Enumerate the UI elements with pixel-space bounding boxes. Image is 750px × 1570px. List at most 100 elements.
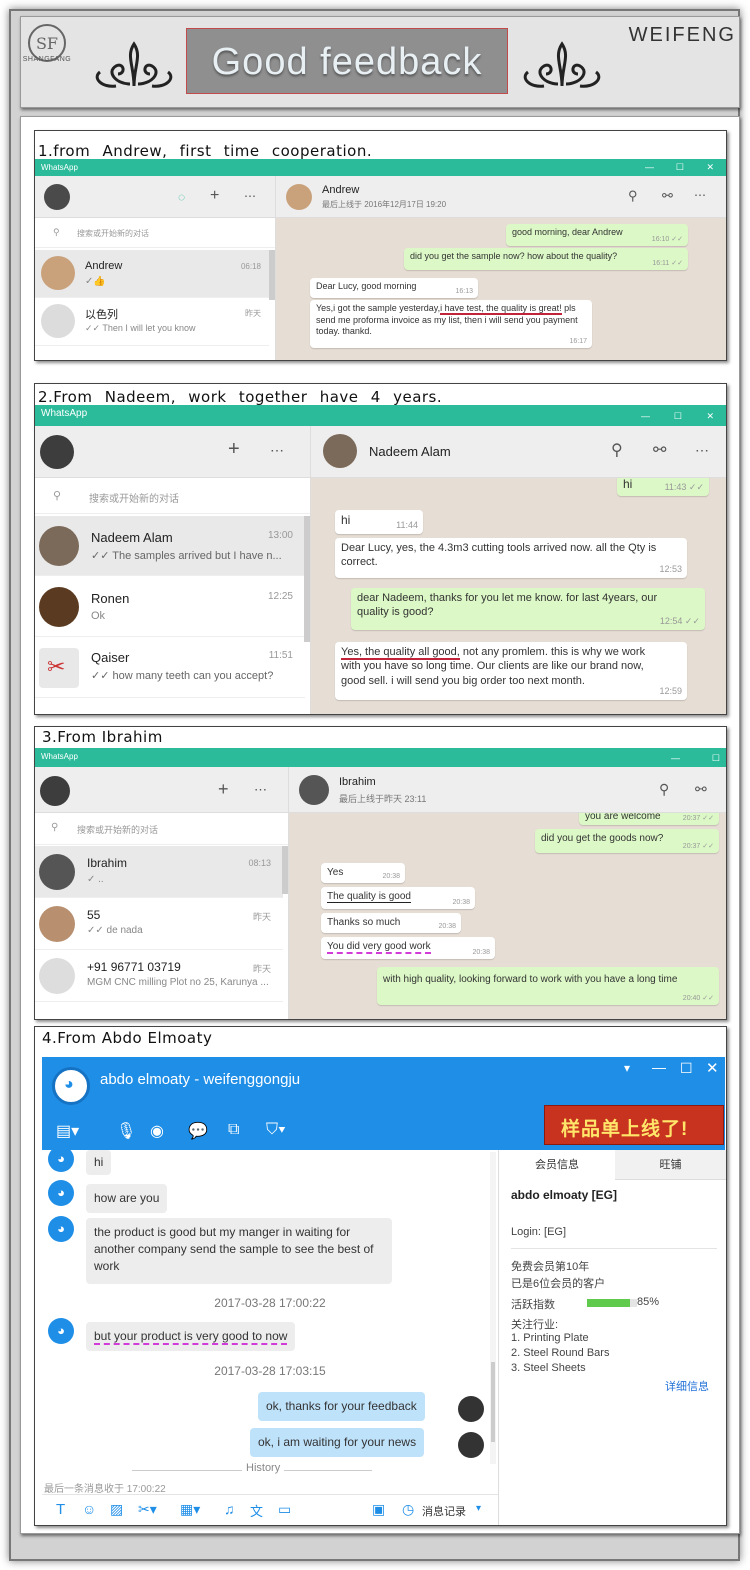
s4-maximize-icon[interactable]: ☐ [680,1060,693,1077]
s3-search-icon: ⚲ [51,822,59,833]
s3-scrollbar[interactable] [282,846,288,894]
s2-chat-avatar[interactable] [323,434,357,468]
history-link[interactable]: History [242,1462,285,1474]
s1-chat-status: 最后上线于 2016年12月17日 19:20 [322,200,447,209]
s1-attach-icon[interactable]: ⚯ [662,188,673,204]
s4-video-icon[interactable]: ◉ [150,1121,164,1141]
quick-reply-icon[interactable]: ▭ [278,1501,291,1518]
s3-contact-india[interactable]: +91 96771 03719 MGM CNC milling Plot no … [35,950,283,1002]
s4-file-icon[interactable]: ▤▾ [56,1121,79,1141]
message-bubble: good morning, dear Andrew 16:10 ✓✓ [506,224,688,246]
s1-menu-icon[interactable]: ⋯ [244,189,256,203]
s2-attach-icon[interactable]: ⚯ [653,440,666,460]
history-record-button[interactable]: 消息记录 [422,1503,466,1519]
s4-scrollbar[interactable] [490,1152,496,1464]
s1-new-chat-icon[interactable]: + [210,187,219,205]
contact-time: 08:13 [248,858,271,868]
record-dropdown-icon[interactable]: ▾ [476,1503,481,1514]
image-icon[interactable]: ▨ [110,1501,123,1518]
s4-chat-area: ◕ hi ◕ how are you ◕ the product is good… [42,1146,498,1525]
s4-dropdown-icon[interactable]: ▾ [624,1061,630,1075]
message-bubble-quality-all-good: Yes, the quality all good, not any proml… [335,642,687,700]
s4-voice-icon[interactable]: 🎙 [116,1121,136,1141]
contact-last-message: ✓👍 [85,276,106,287]
scissors-icon[interactable]: ✂▾ [138,1501,157,1518]
s1-maximize-icon[interactable]: ☐ [676,159,684,176]
industry-item: 3. Steel Sheets [511,1362,586,1374]
s4-banner[interactable]: 样品单上线了! [544,1105,724,1145]
s1-chat-name: Andrew [322,184,360,196]
contact-time: 昨天 [245,309,261,318]
s4-avatar[interactable]: ◕ [52,1067,90,1105]
s3-contact-ibrahim[interactable]: Ibrahim ✓ .. 08:13 [35,846,283,898]
s1-search-chat-icon[interactable]: ⚲ [628,188,638,204]
s1-contact-israel[interactable]: 以色列 ✓✓ Then I will let you know 昨天 [35,298,269,346]
s3-new-chat-icon[interactable]: + [218,779,229,800]
s3-menu-icon[interactable]: ⋯ [254,782,267,798]
s3-search-chat-icon[interactable]: ⚲ [659,781,669,798]
clock-icon[interactable]: ◷ [402,1501,414,1518]
s3-my-avatar[interactable] [40,776,70,806]
s3-search-input[interactable]: 搜索或开始新的对话 [77,823,158,836]
contact-last-message: Ok [91,610,106,622]
s1-close-icon[interactable]: ✕ [706,159,714,176]
s2-maximize-icon[interactable]: ☐ [674,407,682,425]
font-icon[interactable]: T [56,1501,65,1518]
s4-close-icon[interactable]: ✕ [706,1059,719,1077]
s1-chat-header: Andrew 最后上线于 2016年12月17日 19:20 ⚲ ⚯ ⋯ [276,176,726,218]
card-icon[interactable]: ▣ [372,1501,385,1518]
s2-chat-name: Nadeem Alam [369,444,451,459]
s2-search-input[interactable]: 搜索或开始新的对话 [89,490,179,505]
message-bubble: ok, thanks for your feedback [258,1392,425,1421]
s3-minimize-icon[interactable]: — [671,749,680,767]
tab-shop[interactable]: 旺铺 [615,1150,726,1180]
s3-titlebar: WhatsApp — ☐ [35,748,726,767]
s1-contact-andrew[interactable]: Andrew ✓👍 06:18 [35,250,269,298]
s2-menu-icon[interactable]: ⋯ [270,442,284,459]
section-1-title: 1.from Andrew, first time cooperation. [38,142,373,160]
s1-chat-menu-icon[interactable]: ⋯ [694,188,706,202]
s2-search-icon: ⚲ [53,490,62,502]
bell-icon[interactable]: ♫ [224,1501,235,1517]
s1-search-input[interactable]: 搜索或开始新的对话 [77,228,149,239]
s2-new-chat-icon[interactable]: + [228,438,240,461]
s2-contact-qaiser[interactable]: ✂ Qaiser ✓✓ how many teeth can you accep… [35,638,305,698]
s4-minimize-icon[interactable]: — [652,1059,666,1075]
s3-chat-avatar[interactable] [299,775,329,805]
s4-screenshot-icon[interactable]: ⧉ [228,1121,239,1139]
s4-chat-icon[interactable]: 💬 [188,1121,208,1141]
s2-chat-menu-icon[interactable]: ⋯ [695,442,709,459]
calculator-icon[interactable]: ▦▾ [180,1501,200,1518]
section-4-title: 4.From Abdo Elmoaty [42,1029,213,1047]
emoji-icon[interactable]: ☺ [82,1501,96,1517]
s1-chat-avatar[interactable] [286,184,312,210]
s4-shield-icon[interactable]: ⛉▾ [266,1121,286,1139]
tab-member-info[interactable]: 会员信息 [499,1150,615,1180]
s2-contact-avatar [39,587,79,627]
s1-scrollbar[interactable] [269,250,275,300]
industry-label: 关注行业: [511,1319,559,1331]
page-title-box: Good feedback [186,28,508,94]
translate-icon[interactable]: 文 [250,1501,263,1520]
s3-contact-55[interactable]: 55 ✓✓ de nada 昨天 [35,898,283,950]
s2-contact-nadeem[interactable]: Nadeem Alam ✓✓ The samples arrived but I… [35,516,305,576]
s2-search-chat-icon[interactable]: ⚲ [611,440,623,460]
contact-name: Qaiser [91,650,130,665]
contact-time: 06:18 [240,262,261,271]
s3-maximize-icon[interactable]: ☐ [712,749,720,767]
industry-item: 1. Printing Plate [511,1332,589,1344]
s2-minimize-icon[interactable]: — [641,407,650,425]
detail-info-link[interactable]: 详细信息 [665,1378,709,1394]
s3-attach-icon[interactable]: ⚯ [695,781,707,798]
s1-my-avatar[interactable] [44,184,70,210]
s3-chat-name: Ibrahim [339,776,376,788]
s1-minimize-icon[interactable]: — [645,159,654,176]
s1-sidebar-header [35,176,275,218]
s3-contact-avatar [39,958,75,994]
s2-my-avatar[interactable] [40,435,74,469]
message-bubble: Thanks so much 20:38 [321,913,461,933]
s2-close-icon[interactable]: ✕ [706,407,714,425]
s2-contact-ronen[interactable]: Ronen Ok 12:25 [35,577,305,637]
s2-scrollbar[interactable] [304,516,310,642]
s1-status-icon[interactable]: ◌ [178,190,185,204]
